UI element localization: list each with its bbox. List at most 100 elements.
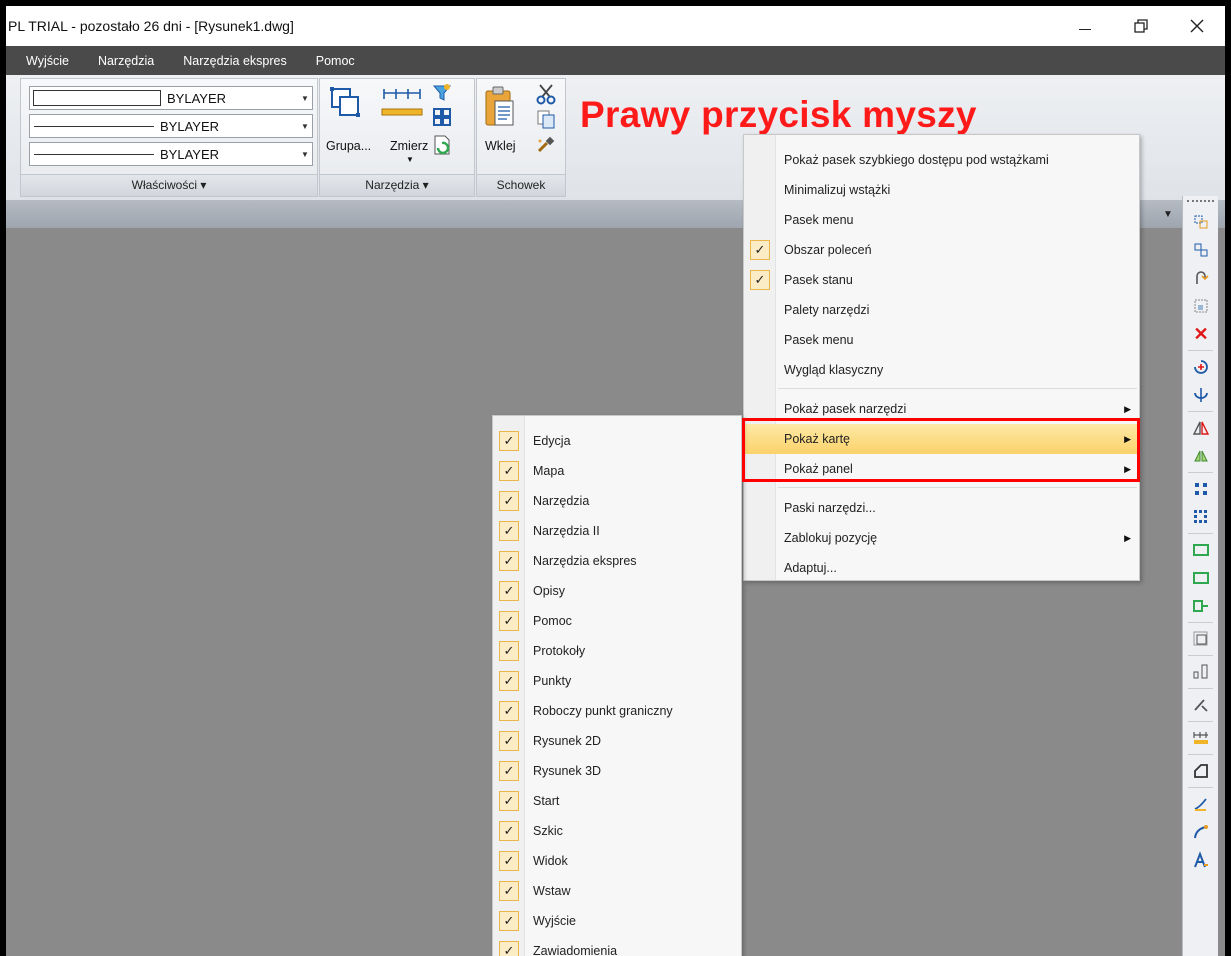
tab-toggle-item[interactable]: ✓ Wstaw — [493, 876, 741, 906]
chamfer-icon[interactable] — [1183, 757, 1219, 785]
tab-toggle-item[interactable]: ✓ Roboczy punkt graniczny — [493, 696, 741, 726]
checkmark-icon: ✓ — [499, 521, 519, 541]
maximize-button[interactable] — [1113, 6, 1169, 46]
refresh-doc-icon[interactable] — [432, 134, 452, 156]
toolbar-grip[interactable] — [1187, 200, 1214, 208]
linetype-dropdown[interactable]: BYLAYER ▼ — [29, 114, 313, 138]
menu-help[interactable]: Pomoc — [316, 54, 355, 68]
copy-icon[interactable] — [535, 109, 557, 129]
clipboard-panel: Wklej Schowek — [476, 78, 566, 197]
tab-toggle-label: Punkty — [533, 674, 572, 688]
tab-toggle-item[interactable]: ✓ Narzędzia II — [493, 516, 741, 546]
toolbar-separator — [1188, 622, 1213, 623]
mirror-3d-icon[interactable] — [1183, 442, 1219, 470]
menu-item-lock-position[interactable]: Zablokuj pozycję ▶ — [744, 523, 1139, 553]
tab-toggle-item[interactable]: ✓ Rysunek 2D — [493, 726, 741, 756]
tab-toggle-item[interactable]: ✓ Protokoły — [493, 636, 741, 666]
menu-item-minimize-ribbons[interactable]: Minimalizuj wstążki — [744, 175, 1139, 205]
toolbar-separator — [1188, 721, 1213, 722]
menu-tools[interactable]: Narzędzia — [98, 54, 154, 68]
menu-item-customize[interactable]: Adaptuj... — [744, 553, 1139, 583]
break-icon[interactable] — [1183, 691, 1219, 719]
menu-item-label: Pokaż pasek narzędzi — [784, 402, 907, 416]
group-icon[interactable] — [328, 85, 364, 121]
tab-toggle-item[interactable]: ✓ Pomoc — [493, 606, 741, 636]
stretch-icon[interactable] — [1183, 592, 1219, 620]
menu-express-tools[interactable]: Narzędzia ekspres — [183, 54, 287, 68]
text-edit-icon[interactable] — [1183, 846, 1219, 874]
tab-toggle-item[interactable]: ✓ Szkic — [493, 816, 741, 846]
tab-toggle-item[interactable]: ✓ Mapa — [493, 456, 741, 486]
menu-exit[interactable]: Wyjście — [26, 54, 69, 68]
tab-toggle-item[interactable]: ✓ Opisy — [493, 576, 741, 606]
checkmark-icon: ✓ — [750, 240, 770, 260]
copy-objects-icon[interactable] — [1183, 208, 1219, 236]
tab-toggle-item[interactable]: ✓ Rysunek 3D — [493, 756, 741, 786]
submenu-arrow-icon: ▶ — [1124, 532, 1131, 543]
tab-toggle-item[interactable]: ✓ Narzędzia ekspres — [493, 546, 741, 576]
paste-icon[interactable] — [483, 85, 517, 129]
tools-panel-title[interactable]: Narzędzia ▾ — [320, 174, 474, 196]
trim-icon[interactable] — [1183, 625, 1219, 653]
array-icon[interactable] — [1183, 475, 1219, 503]
menu-item-classic-look[interactable]: Wygląd klasyczny — [744, 355, 1139, 385]
menu-separator — [778, 487, 1137, 488]
menu-item-show-qat-below-ribbon[interactable]: Pokaż pasek szybkiego dostępu pod wstążk… — [744, 145, 1139, 175]
mirror-icon[interactable] — [1183, 414, 1219, 442]
lineweight-value: BYLAYER — [160, 146, 220, 162]
tab-toggle-item[interactable]: ✓ Start — [493, 786, 741, 816]
menu-item-label: Adaptuj... — [784, 561, 837, 575]
menu-item-menu-bar-toggle-2[interactable]: Pasek menu — [744, 325, 1139, 355]
tab-toggle-label: Start — [533, 794, 560, 808]
tab-toggle-label: Narzędzia ekspres — [533, 554, 637, 568]
toolbar-separator — [1188, 688, 1213, 689]
fillet-icon[interactable] — [1183, 790, 1219, 818]
tab-toggle-item[interactable]: ✓ Wyjście — [493, 906, 741, 936]
checkmark-icon: ✓ — [499, 791, 519, 811]
tab-toggle-item[interactable]: ✓ Edycja — [493, 426, 741, 456]
tab-toggle-item[interactable]: ✓ Narzędzia — [493, 486, 741, 516]
toolbar-separator — [1188, 350, 1213, 351]
rotate-icon[interactable] — [1183, 381, 1219, 409]
join-icon[interactable] — [1183, 724, 1219, 752]
menu-item-status-bar-toggle[interactable]: ✓ Pasek stanu — [744, 265, 1139, 295]
cut-icon[interactable] — [535, 83, 557, 105]
menu-item-command-area-toggle[interactable]: ✓ Obszar poleceń — [744, 235, 1139, 265]
tab-toggle-item[interactable]: ✓ Punkty — [493, 666, 741, 696]
array-grid-icon[interactable] — [1183, 503, 1219, 531]
close-button[interactable] — [1169, 6, 1225, 46]
checkmark-icon: ✓ — [499, 731, 519, 751]
tab-list-arrow[interactable]: ▼ — [1163, 209, 1173, 220]
lineweight-dropdown[interactable]: BYLAYER ▼ — [29, 142, 313, 166]
checkmark-icon: ✓ — [499, 851, 519, 871]
group-label: Grupa... — [326, 139, 372, 153]
checkmark-icon: ✓ — [499, 761, 519, 781]
toolbar-separator — [1188, 655, 1213, 656]
title-bar: PL TRIAL - pozostało 26 dni - [Rysunek1.… — [6, 6, 1225, 46]
tab-toggle-item[interactable]: ✓ Zawiadomienia — [493, 936, 741, 956]
blend-icon[interactable] — [1183, 818, 1219, 846]
properties-panel-title[interactable]: Właściwości ▾ — [21, 174, 317, 196]
menu-item-tool-palettes[interactable]: Palety narzędzi — [744, 295, 1139, 325]
tab-toggle-label: Protokoły — [533, 644, 586, 658]
scale-icon[interactable] — [1183, 564, 1219, 592]
measure-label: Zmierz — [390, 139, 429, 153]
filter-icon[interactable] — [432, 83, 452, 103]
menu-item-menu-bar-toggle[interactable]: Pasek menu — [744, 205, 1139, 235]
color-dropdown[interactable]: BYLAYER ▼ — [29, 86, 313, 110]
delete-icon[interactable]: ✕ — [1183, 320, 1219, 348]
copy-multiple-icon[interactable] — [1183, 236, 1219, 264]
menu-item-toolbars[interactable]: Paski narzędzi... — [744, 493, 1139, 523]
offset-icon[interactable] — [1183, 536, 1219, 564]
measure-dropdown-arrow[interactable]: ▼ — [406, 155, 414, 164]
minimize-button[interactable] — [1057, 6, 1113, 46]
block-icon[interactable] — [1183, 292, 1219, 320]
move-icon[interactable] — [1183, 353, 1219, 381]
match-properties-icon[interactable] — [535, 135, 557, 155]
quick-select-icon[interactable] — [432, 107, 452, 127]
undo-edit-icon[interactable] — [1183, 264, 1219, 292]
tab-toggle-item[interactable]: ✓ Widok — [493, 846, 741, 876]
extend-icon[interactable] — [1183, 658, 1219, 686]
measure-icon[interactable] — [380, 87, 424, 119]
clipboard-panel-title: Schowek — [477, 174, 565, 196]
